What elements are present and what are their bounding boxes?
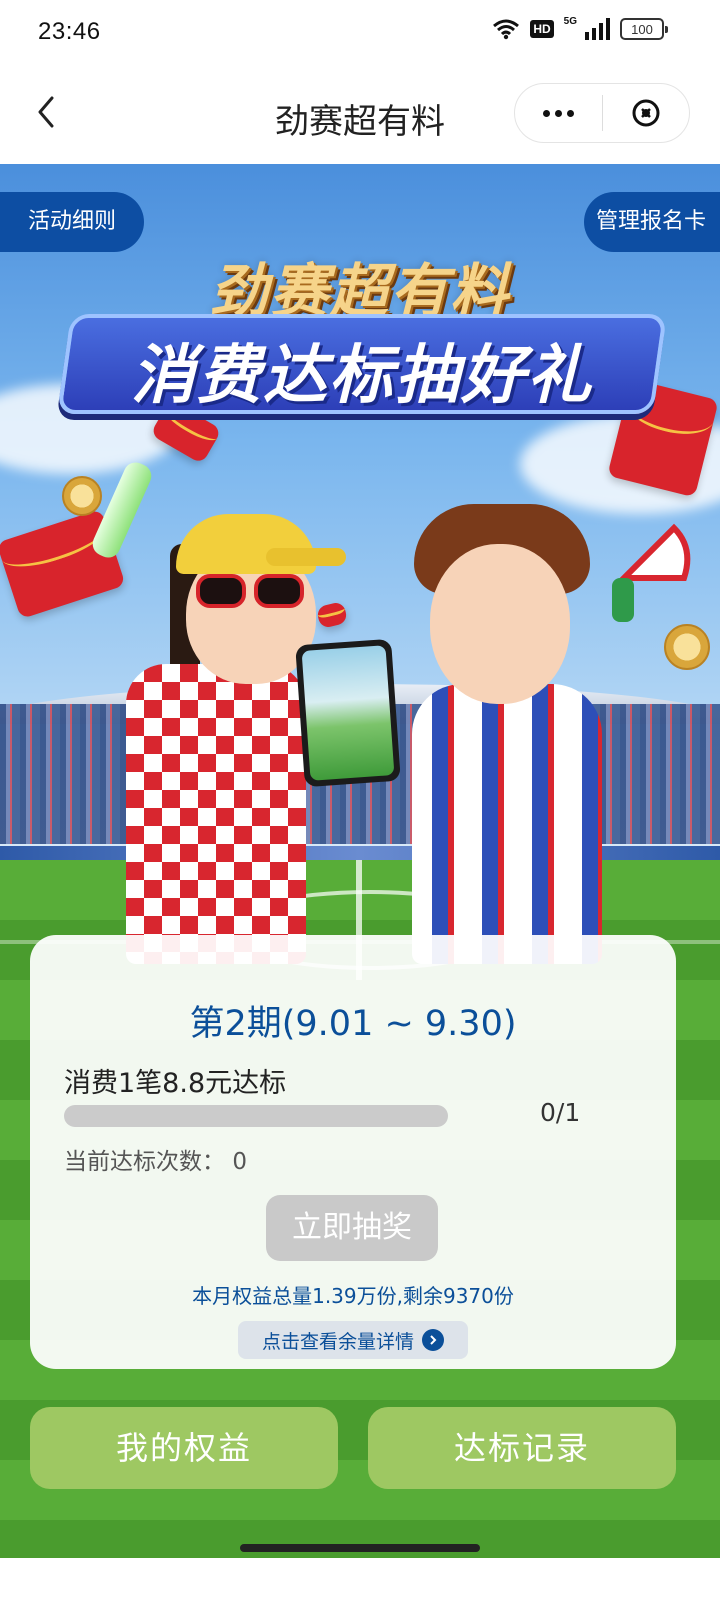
glow-stick-decor [88,458,156,562]
dot-icon [542,109,550,117]
phone-screen-decor [301,645,395,781]
my-benefits-button[interactable]: 我的权益 [30,1407,338,1489]
records-button[interactable]: 达标记录 [368,1407,676,1489]
status-time: 23:46 [38,18,101,45]
fan-boy-shirt [412,684,602,964]
qualified-count-value: 0 [232,1149,247,1175]
dot-icon [566,109,574,117]
lottery-card: 第2期(9.01 ~ 9.30) 消费1笔8.8元达标 0/1 当前达标次数： … [30,935,676,1369]
phone-illustration [295,638,401,788]
coin-decor [664,624,710,670]
stadium-board [0,846,720,860]
qualified-count: 当前达标次数： 0 [64,1142,247,1176]
condition-text: 消费1笔8.8元达标 [64,1068,287,1099]
quota-detail-label: 点击查看余量详情 [261,1330,414,1353]
fan-boy-face [430,544,570,704]
home-area [0,1558,720,1600]
quota-detail-button[interactable]: 点击查看余量详情 [238,1321,468,1359]
progress-bar [64,1105,448,1127]
headline-main: 消费达标抽好礼 [131,339,593,413]
nav-bar: 劲赛超有料 [0,64,720,164]
coin-decor [62,476,102,516]
close-button[interactable] [603,84,690,142]
close-circle-icon [632,99,660,127]
status-bar: 23:46 HD 5G 100 [0,0,720,64]
fan-girl-cap [176,514,346,574]
wifi-icon [493,19,520,40]
progress-label: 0/1 [540,1098,581,1127]
red-envelope-decor [315,600,349,630]
sunglasses-decor [196,574,308,608]
quota-text: 本月权益总量1.39万份,剩余9370份 [192,1284,514,1308]
manage-card-button[interactable]: 管理报名卡 [583,192,720,252]
rules-button[interactable]: 活动细则 [0,192,145,252]
qualified-count-label: 当前达标次数： [64,1149,225,1175]
megaphone-icon [612,523,691,622]
more-button[interactable] [515,84,602,142]
network-type: 5G [563,15,577,27]
period-title: 第2期(9.01 ~ 9.30) [189,1004,517,1044]
chevron-right-icon [422,1329,444,1351]
miniapp-capsule [514,83,690,143]
status-icons: HD 5G 100 [492,15,668,40]
draw-now-button[interactable]: 立即抽奖 [266,1195,438,1261]
dot-icon [554,109,562,117]
signal-icon [585,18,610,40]
battery-icon: 100 [620,18,668,40]
fan-girl-shirt [126,664,306,964]
hd-badge: HD [530,20,554,38]
home-indicator[interactable] [240,1544,480,1552]
